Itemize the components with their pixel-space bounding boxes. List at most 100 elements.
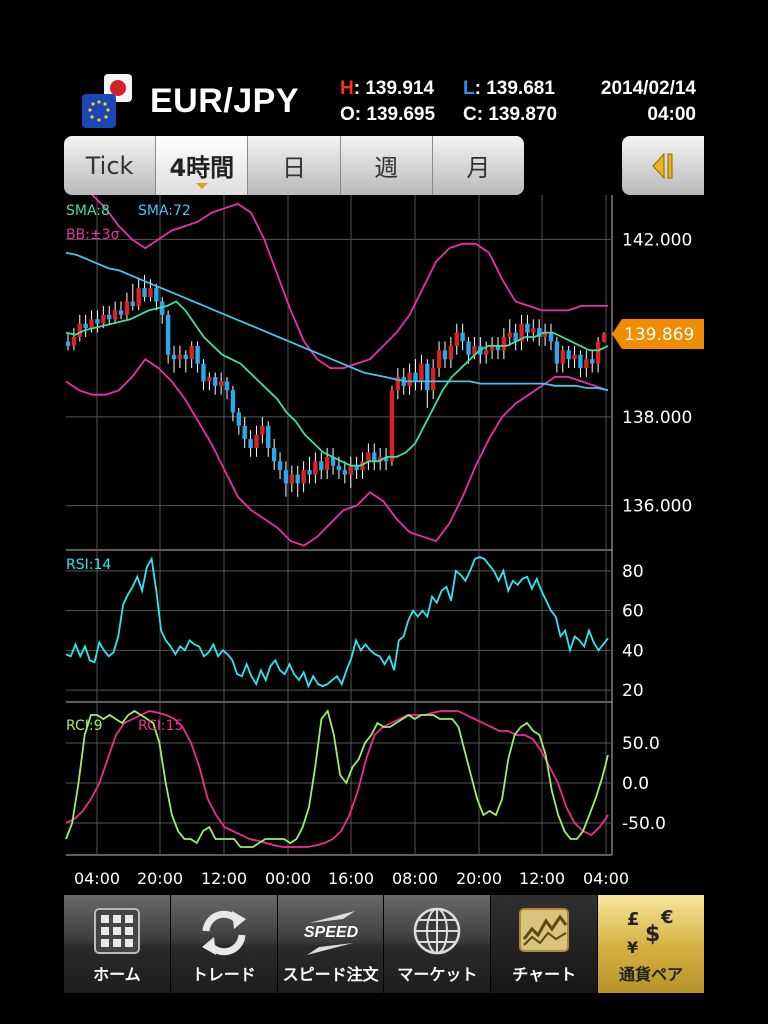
grid-icon <box>93 908 140 954</box>
candle-down <box>107 314 112 320</box>
nav-chart[interactable]: チャート <box>491 895 599 993</box>
candle-down <box>425 363 430 391</box>
candle-down <box>566 350 571 360</box>
svg-text:¥: ¥ <box>627 938 638 957</box>
candle-down <box>224 381 230 391</box>
candle-up <box>507 332 512 337</box>
legend-rci9: RCI:9 <box>66 718 103 734</box>
candle-down <box>442 350 448 360</box>
tab-label: 4時間 <box>169 154 235 182</box>
candle-down <box>342 470 348 475</box>
nav-speed-order[interactable]: SPEED スピード注文 <box>277 895 385 993</box>
nav-market[interactable]: マーケット <box>384 895 492 993</box>
candle-down <box>271 447 277 462</box>
candle-up <box>207 376 212 382</box>
candle-down <box>171 354 177 360</box>
quote-time: 04:00 <box>647 104 696 125</box>
y-tick-label: 80 <box>622 562 644 582</box>
x-tick-label: 04:00 <box>74 869 120 888</box>
candle-up <box>448 345 454 360</box>
candle-up <box>430 368 436 391</box>
speed-arrows-icon: SPEED <box>303 911 358 955</box>
candle-down <box>242 425 247 440</box>
candle-up <box>148 288 153 298</box>
candle-up <box>407 372 412 386</box>
candle-down <box>195 345 200 364</box>
high-key: H <box>340 78 354 99</box>
header: EUR/JPY H: 139.914 L: 139.681 O: 139.695… <box>0 60 768 136</box>
indicator-legend: SMA:8 SMA:72 BB:±3σ RSI:14 RCI:9 RCI:15 <box>66 203 191 734</box>
candle-down <box>460 332 465 342</box>
candle-down <box>554 341 560 364</box>
candle-up <box>289 474 295 484</box>
candle-down <box>95 319 100 324</box>
time-axis: 04:00 20:00 12:00 00:00 16:00 08:00 20:00 12:00… <box>74 869 629 888</box>
candle-down <box>230 390 236 413</box>
candle-down <box>142 288 147 298</box>
candle-up <box>254 434 259 448</box>
candle-up <box>313 461 318 475</box>
svg-text:€: € <box>660 907 674 928</box>
x-tick-label: 16:00 <box>328 869 374 888</box>
price-chart[interactable]: 136.000 138.000 142.000 20 40 60 80 -50.0 0.0 5… <box>0 195 768 895</box>
candle-up <box>419 363 424 382</box>
candle-down <box>525 323 530 333</box>
currency-icon: £ € $ ¥ <box>627 907 674 957</box>
candle-up <box>71 337 77 346</box>
svg-text:$: $ <box>645 922 660 947</box>
tab-label: Tick <box>85 151 134 180</box>
candle-down <box>65 341 71 346</box>
candle-up <box>324 456 330 471</box>
collapse-panel-button[interactable] <box>622 136 704 195</box>
tab-label: 月 <box>466 154 491 182</box>
legend-rsi: RSI:14 <box>66 557 111 573</box>
x-tick-label: 12:00 <box>519 869 565 888</box>
candle-down <box>413 372 418 382</box>
svg-text:SPEED: SPEED <box>303 924 358 941</box>
tab-4-hours[interactable]: 4時間 <box>156 136 249 195</box>
nav-label: 通貨ペア <box>619 965 684 984</box>
candle-up <box>101 314 106 324</box>
nav-trade[interactable]: トレード <box>170 895 278 993</box>
candle-down <box>154 288 159 302</box>
candle-down <box>201 363 206 382</box>
candle-down <box>236 412 242 426</box>
candle-up <box>112 310 118 320</box>
tab-week[interactable]: 週 <box>341 136 433 195</box>
x-tick-label: 20:00 <box>137 869 183 888</box>
tab-tick[interactable]: Tick <box>64 136 157 195</box>
candle-down <box>213 376 218 386</box>
quote-date: 2014/02/14 <box>600 78 696 99</box>
candle-up <box>560 350 565 364</box>
candle-up <box>501 337 507 351</box>
x-tick-label: 20:00 <box>456 869 502 888</box>
candle-down <box>307 470 312 475</box>
tab-day[interactable]: 日 <box>248 136 341 195</box>
current-price-tag: 139.869 <box>612 318 704 349</box>
current-price-label: 139.869 <box>624 325 694 345</box>
nav-label: ホーム <box>93 965 141 984</box>
x-tick-label: 04:00 <box>583 869 629 888</box>
candle-down <box>548 332 554 342</box>
chart-grid <box>66 195 613 856</box>
y-tick-label: -50.0 <box>622 814 666 834</box>
caret-down-icon <box>195 183 208 189</box>
tab-month[interactable]: 月 <box>433 136 524 195</box>
nav-currency-pair[interactable]: £ € $ ¥ 通貨ペア <box>598 895 704 993</box>
candle-up <box>189 345 194 360</box>
timeframe-tabs: Tick 4時間 日 週 月 <box>64 136 524 195</box>
candle-up <box>601 333 607 342</box>
candle-down <box>277 461 283 471</box>
rsi-line <box>65 556 609 689</box>
nav-home[interactable]: ホーム <box>64 895 171 993</box>
globe-icon <box>414 907 461 955</box>
nav-label: チャート <box>512 965 577 984</box>
candle-up <box>436 350 442 369</box>
candle-down <box>319 461 324 471</box>
y-tick-label: 0.0 <box>622 774 649 794</box>
collapse-left-icon <box>652 152 673 179</box>
refresh-arrows-icon <box>201 910 246 956</box>
candle-up <box>454 332 459 346</box>
candle-down <box>266 425 271 448</box>
x-tick-label: 08:00 <box>392 869 438 888</box>
